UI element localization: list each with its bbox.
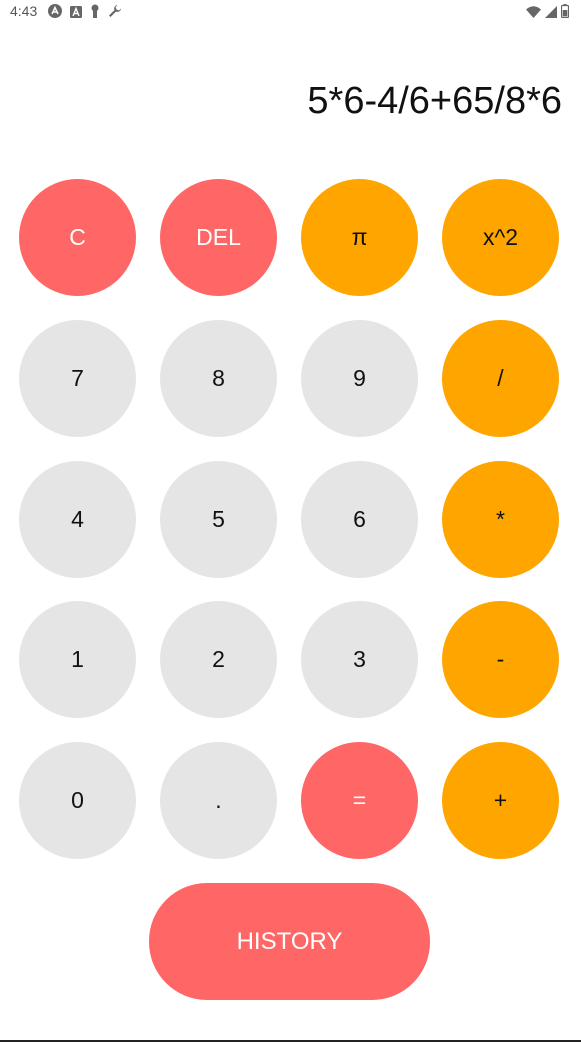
digit-3-button[interactable]: 3 [301, 601, 418, 718]
digit-6-button[interactable]: 6 [301, 461, 418, 578]
expression-display: 5*6-4/6+65/8*6 [307, 80, 562, 122]
multiply-button[interactable]: * [442, 461, 559, 578]
digit-9-button[interactable]: 9 [301, 320, 418, 437]
digit-0-button[interactable]: 0 [19, 742, 136, 859]
status-time: 4:43 [10, 3, 38, 19]
digit-7-button[interactable]: 7 [19, 320, 136, 437]
navigation-bar-divider [0, 1040, 581, 1042]
divide-button[interactable]: / [442, 320, 559, 437]
delete-button[interactable]: DEL [160, 179, 277, 296]
history-button[interactable]: HISTORY [149, 883, 430, 1000]
wrench-icon [108, 4, 122, 23]
circle-a-icon [48, 4, 62, 23]
digit-5-button[interactable]: 5 [160, 461, 277, 578]
status-icons-right [526, 4, 570, 23]
signal-icon [545, 5, 557, 23]
equals-button[interactable]: = [301, 742, 418, 859]
minus-button[interactable]: - [442, 601, 559, 718]
decimal-point-button[interactable]: . [160, 742, 277, 859]
a-box-icon [70, 5, 82, 23]
status-bar: 4:43 [0, 0, 581, 24]
digit-4-button[interactable]: 4 [19, 461, 136, 578]
digit-2-button[interactable]: 2 [160, 601, 277, 718]
clear-button[interactable]: C [19, 179, 136, 296]
wifi-icon [526, 5, 541, 23]
status-icons-left [48, 4, 122, 23]
digit-1-button[interactable]: 1 [19, 601, 136, 718]
pi-button[interactable]: π [301, 179, 418, 296]
plus-button[interactable]: + [442, 742, 559, 859]
keyhole-icon [90, 4, 100, 23]
square-button[interactable]: x^2 [442, 179, 559, 296]
digit-8-button[interactable]: 8 [160, 320, 277, 437]
battery-icon [560, 4, 570, 23]
